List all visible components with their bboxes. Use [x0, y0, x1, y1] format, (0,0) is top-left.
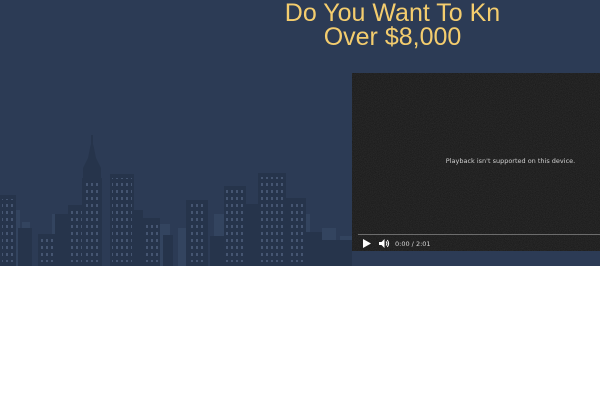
building-windows — [112, 178, 132, 262]
building-windows — [288, 202, 304, 262]
skyline-building — [306, 232, 322, 266]
skyline-building — [18, 228, 32, 266]
volume-icon[interactable] — [379, 239, 390, 248]
skyline-building — [55, 214, 69, 266]
video-controls: 0:00 / 2:01 — [352, 235, 600, 251]
skyline-building — [163, 235, 173, 266]
skyline-building — [246, 204, 258, 266]
building-windows — [2, 199, 14, 262]
building-windows — [226, 190, 244, 262]
video-player[interactable]: Playback isn't supported on this device.… — [352, 73, 600, 251]
skyline-building — [210, 236, 226, 266]
building-windows — [40, 238, 54, 262]
total-duration: 2:01 — [415, 240, 431, 248]
video-time-display: 0:00 / 2:01 — [395, 240, 431, 248]
playback-unsupported-message: Playback isn't supported on this device. — [445, 157, 576, 165]
building-windows — [84, 182, 100, 262]
skyline-building — [133, 210, 143, 266]
building-windows — [260, 177, 284, 262]
headline: Do You Want To Kn Over $8,000 — [0, 0, 600, 51]
building-windows — [144, 222, 158, 262]
building-windows — [188, 204, 206, 262]
hero-banner: Do You Want To Kn Over $8,000 Playback i… — [0, 0, 600, 266]
building-windows — [70, 209, 82, 262]
headline-line-1: Do You Want To Kn — [284, 0, 501, 27]
current-time: 0:00 — [395, 240, 410, 248]
skyline-building — [322, 240, 352, 266]
play-icon[interactable] — [363, 239, 371, 248]
headline-line-2: Over $8,000 — [323, 23, 462, 51]
